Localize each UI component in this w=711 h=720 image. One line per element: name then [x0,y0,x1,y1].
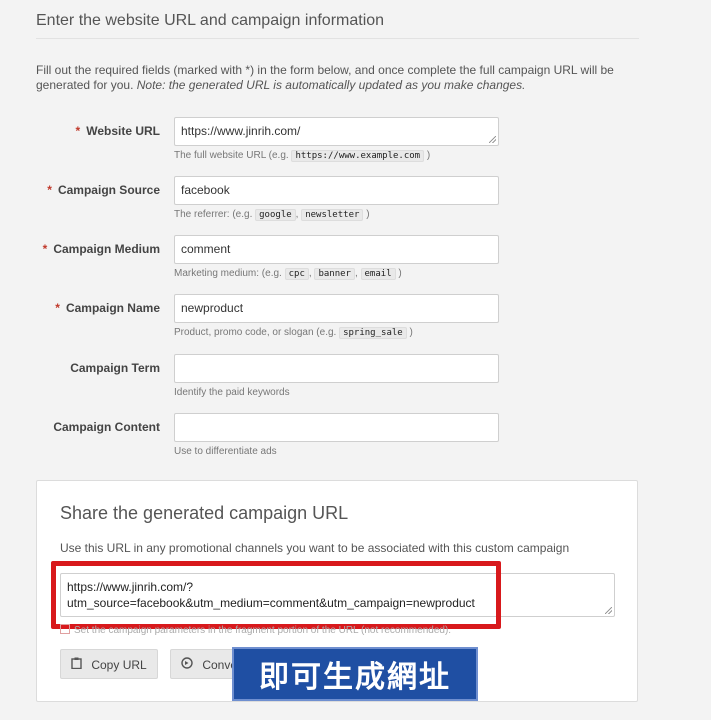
campaign-name-hint: Product, promo code, or slogan (e.g. spr… [174,327,413,339]
campaign-medium-input[interactable]: comment [174,235,499,264]
required-marker: * [55,301,60,315]
campaign-medium-hint: Marketing medium: (e.g. cpc, banner, ema… [174,268,402,280]
campaign-term-label: Campaign Term [70,361,160,375]
example-code: newsletter [301,209,364,221]
example-code: google [255,209,296,221]
fragment-checkbox-label: Set the campaign parameters in the fragm… [74,625,452,636]
resize-handle-icon[interactable] [489,136,496,143]
title-divider [36,38,639,39]
campaign-term-input[interactable] [174,354,499,383]
share-title: Share the generated campaign URL [60,503,349,523]
link-shortener-icon [181,657,196,672]
copy-url-label: Copy URL [91,658,147,672]
website-url-input[interactable]: https://www.jinrih.com/ [174,117,499,146]
campaign-medium-label: * Campaign Medium [42,242,160,256]
campaign-content-input[interactable] [174,413,499,442]
fragment-checkbox-row[interactable]: Set the campaign parameters in the fragm… [60,624,451,636]
resize-handle-icon[interactable] [605,607,612,614]
fragment-checkbox[interactable] [60,624,70,634]
campaign-source-label: * Campaign Source [47,183,160,197]
section-title: Enter the website URL and campaign infor… [36,12,385,29]
intro-text: Fill out the required fields (marked wit… [36,63,636,93]
intro-note: Note: the generated URL is automatically… [136,78,526,92]
clipboard-icon [71,657,85,672]
example-code: email [360,268,396,280]
website-url-hint: The full website URL (e.g. https://www.e… [174,150,431,162]
share-description: Use this URL in any promotional channels… [60,541,570,555]
copy-url-button[interactable]: Copy URL [60,649,158,679]
campaign-source-hint: The referrer: (e.g. google, newsletter ) [174,209,370,221]
example-code: cpc [284,268,309,280]
campaign-name-input[interactable]: newproduct [174,294,499,323]
campaign-name-label: * Campaign Name [55,301,160,315]
highlight-frame [51,561,501,629]
campaign-content-label: Campaign Content [53,420,160,434]
campaign-term-hint: Identify the paid keywords [174,387,290,398]
campaign-source-input[interactable]: facebook [174,176,499,205]
website-url-label: * Website URL [75,124,160,138]
campaign-content-hint: Use to differentiate ads [174,446,277,457]
example-code: https://www.example.com [291,150,425,162]
required-marker: * [75,124,81,138]
overlay-caption: 即可生成網址 [232,647,478,701]
example-code: banner [314,268,355,280]
example-code: spring_sale [339,327,407,339]
required-marker: * [42,242,48,256]
required-marker: * [47,183,52,197]
